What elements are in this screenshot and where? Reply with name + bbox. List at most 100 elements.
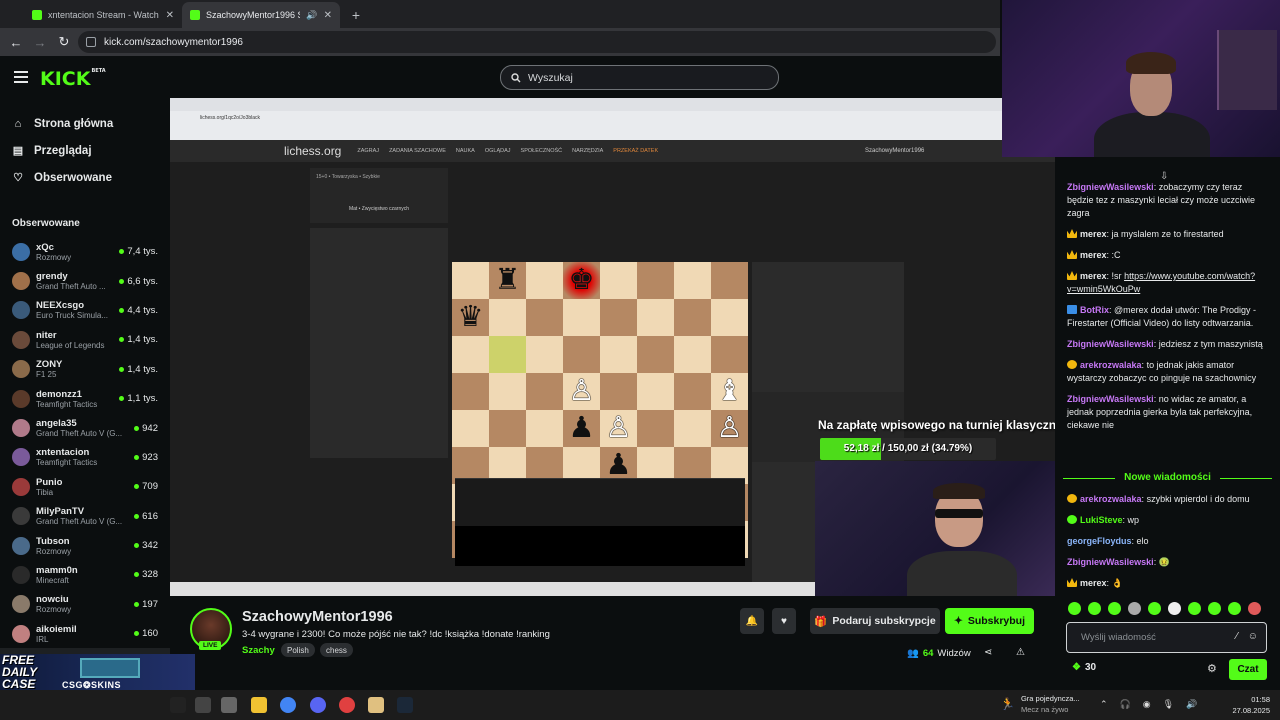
sidebar-channel[interactable]: MilyPanTV Grand Theft Auto V (G... 616	[0, 502, 170, 531]
share-icon[interactable]: ⋖	[984, 647, 992, 658]
chat-username[interactable]: ZbigniewWasilewski	[1067, 339, 1154, 349]
nav-home[interactable]: ⌂ Strona główna	[0, 110, 170, 137]
close-icon[interactable]: ✕	[166, 10, 174, 21]
taskbar-notification[interactable]: 🏃 Gra pojedyncza... Mecz na żywo	[1000, 693, 1080, 715]
microphone-icon[interactable]: 🎙	[1163, 699, 1174, 710]
site-info-icon[interactable]	[86, 37, 96, 47]
ad-banner[interactable]: FREE DAILY CASE CSG❂SKINS	[0, 654, 195, 692]
emote-icon[interactable]	[1128, 602, 1141, 615]
avatar	[12, 624, 30, 643]
sidebar-channel[interactable]: angela35 Grand Theft Auto V (G... 942	[0, 413, 170, 442]
sidebar-channel[interactable]: nowciu Rozmowy 197	[0, 590, 170, 619]
volume-icon[interactable]: 🔊	[1186, 699, 1197, 710]
steam-icon[interactable]	[397, 697, 413, 713]
chat-username[interactable]: merex	[1080, 578, 1107, 588]
steam-tray-icon[interactable]: ◉	[1143, 699, 1151, 710]
emote-icon[interactable]	[1108, 602, 1121, 615]
forward-icon[interactable]: →	[30, 32, 50, 52]
send-chat-button[interactable]: Czat	[1229, 659, 1267, 680]
channel-category: Grand Theft Auto ...	[36, 282, 106, 292]
chat-username[interactable]: merex	[1080, 229, 1107, 239]
speaker-icon[interactable]: 🔊	[306, 10, 317, 21]
chrome-icon[interactable]	[280, 697, 296, 713]
bell-icon[interactable]: 🔔	[740, 608, 764, 634]
sidebar-channel[interactable]: NEEXcsgo Euro Truck Simula... 4,4 tys.	[0, 296, 170, 325]
folder-icon[interactable]	[251, 697, 267, 713]
browser-tab-2[interactable]: SzachowyMentor1996 Stream 🔊 ✕	[182, 2, 340, 28]
kick-logo[interactable]: KICKBETA	[40, 68, 106, 90]
channel-points[interactable]: ❖ 30	[1072, 662, 1096, 673]
board-square	[674, 410, 711, 447]
sidebar-channel[interactable]: Tubson Rozmowy 342	[0, 531, 170, 560]
chat-username[interactable]: merex	[1080, 250, 1107, 260]
avatar	[12, 330, 30, 349]
sidebar-channel[interactable]: Punio Tibia 709	[0, 472, 170, 501]
chat-username[interactable]: ZbigniewWasilewski	[1067, 394, 1154, 404]
report-icon[interactable]: ⚠	[1016, 647, 1025, 658]
board-square	[674, 299, 711, 336]
emote-icon[interactable]	[1088, 602, 1101, 615]
chat-username[interactable]: merex	[1080, 271, 1107, 281]
sidebar-channel[interactable]: ZONY F1 25 1,4 tys.	[0, 355, 170, 384]
new-tab-button[interactable]: +	[346, 4, 366, 26]
sidebar-channel[interactable]: demonzz1 Teamfight Tactics 1,1 tys.	[0, 384, 170, 413]
obs-icon[interactable]	[339, 697, 355, 713]
discord-icon[interactable]	[310, 697, 326, 713]
gear-icon[interactable]: ⚙	[1207, 662, 1217, 675]
back-icon[interactable]: ←	[6, 32, 26, 52]
category-link[interactable]: Szachy	[242, 645, 275, 656]
chevron-up-icon[interactable]: ⌃	[1100, 699, 1108, 710]
board-square	[600, 373, 637, 410]
menu-icon[interactable]	[14, 71, 28, 83]
emote-icon[interactable]	[1208, 602, 1221, 615]
reload-icon[interactable]: ↻	[54, 32, 74, 52]
bot-badge-icon	[1067, 305, 1077, 314]
browser-tab-1[interactable]: xntentacion Stream - Watch Live ✕	[24, 2, 182, 28]
chat-username[interactable]: BotRix	[1080, 305, 1109, 315]
clock[interactable]: 01:58 27.08.2025	[1226, 694, 1270, 716]
sidebar-channel[interactable]: mamm0n Minecraft 328	[0, 560, 170, 589]
emote-icon[interactable]	[1188, 602, 1201, 615]
app-icon[interactable]	[368, 697, 384, 713]
headset-icon[interactable]: 🎧	[1120, 699, 1131, 710]
commands-icon[interactable]: ⁄	[1236, 631, 1238, 642]
subscribe-button[interactable]: ✦ Subskrybuj	[945, 608, 1034, 634]
live-dot-icon	[119, 337, 125, 343]
chat-username[interactable]: ZbigniewWasilewski	[1067, 182, 1154, 192]
gift-subscription-button[interactable]: 🎁 Podaruj subskrypcje	[810, 608, 940, 634]
start-icon[interactable]	[170, 697, 186, 713]
address-bar[interactable]: kick.com/szachowymentor1996	[78, 31, 996, 53]
tag-polish[interactable]: Polish	[281, 643, 315, 657]
chat-username[interactable]: georgeFloydus	[1067, 536, 1132, 546]
heart-icon[interactable]: ♥	[772, 608, 796, 634]
emote-icon[interactable]	[1168, 602, 1181, 615]
sidebar-channel[interactable]: xntentacion Teamfight Tactics 923	[0, 443, 170, 472]
nav-following[interactable]: ♡ Obserwowane	[0, 164, 170, 191]
video-player[interactable]: lichess.org/1qc2o/Jo3black lichess.org Z…	[170, 98, 1055, 596]
viewer-count: 709	[134, 481, 170, 492]
emote-icon[interactable]	[1068, 602, 1081, 615]
emote-icon[interactable]	[1148, 602, 1161, 615]
tag-chess[interactable]: chess	[320, 643, 353, 657]
nav-browse[interactable]: ▤ Przeglądaj	[0, 137, 170, 164]
emote-icon[interactable]	[1248, 602, 1261, 615]
sidebar-channel[interactable]: grendy Grand Theft Auto ... 6,6 tys.	[0, 266, 170, 295]
chat-username[interactable]: arekrozwalaka	[1080, 360, 1142, 370]
sidebar-channel[interactable]: aikoiemil IRL 160	[0, 619, 170, 648]
channel-name[interactable]: SzachowyMentor1996	[242, 609, 393, 625]
chat-username[interactable]: LukiSteve	[1080, 515, 1123, 525]
sidebar-channel[interactable]: xQc Rozmowy 7,4 tys.	[0, 237, 170, 266]
search-icon[interactable]	[195, 697, 211, 713]
emoji-icon[interactable]: ☺	[1248, 631, 1258, 642]
chat-username[interactable]: ZbigniewWasilewski	[1067, 557, 1154, 567]
chat-username[interactable]: arekrozwalaka	[1080, 494, 1142, 504]
board-square	[489, 410, 526, 447]
crown-badge-icon	[1067, 250, 1077, 259]
search-input[interactable]: Wyszukaj	[500, 65, 779, 90]
close-icon[interactable]: ✕	[324, 10, 332, 21]
chat-input[interactable]: Wyślij wiadomość ⁄ ☺	[1066, 622, 1267, 653]
emote-icon[interactable]	[1228, 602, 1241, 615]
app-icon[interactable]	[221, 697, 237, 713]
notes-panel	[310, 228, 448, 458]
sidebar-channel[interactable]: niter League of Legends 1,4 tys.	[0, 325, 170, 354]
